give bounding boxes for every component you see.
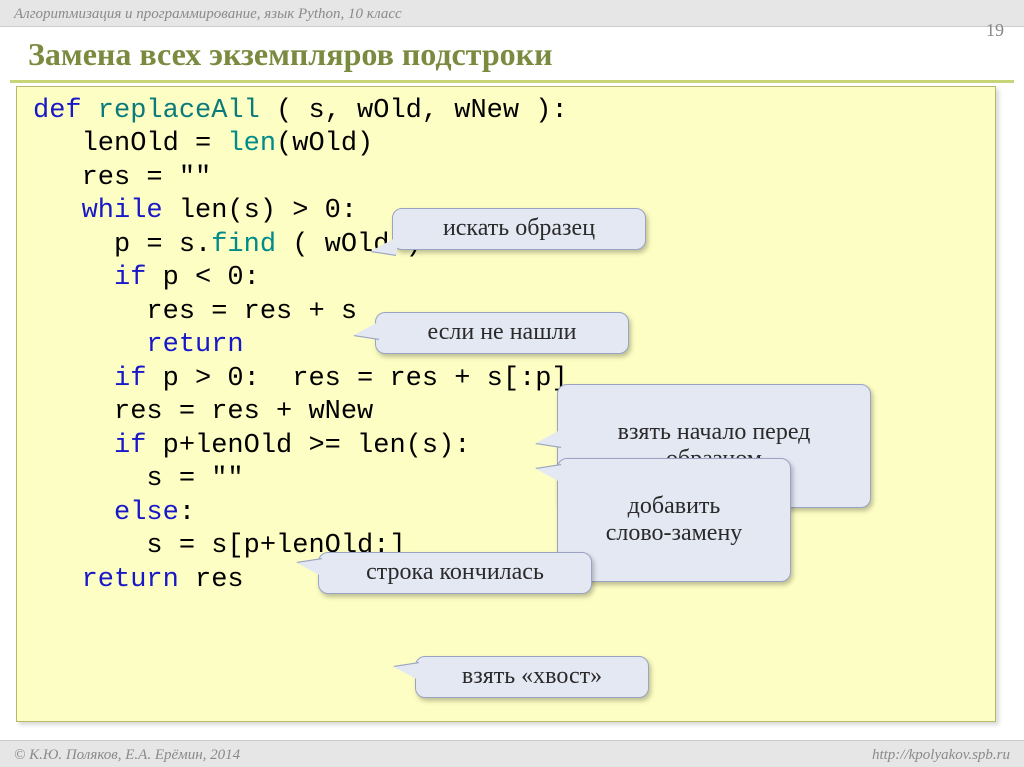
bi-len: len xyxy=(227,129,276,159)
callout-string-ended: строка кончилась xyxy=(318,552,592,594)
callout-tail-icon xyxy=(297,559,323,577)
top-bar: Алгоритмизация и программирование, язык … xyxy=(0,0,1024,27)
title-underline xyxy=(10,80,1014,83)
callout-tail-icon xyxy=(371,237,397,255)
callout-tail-icon xyxy=(536,465,562,483)
callout-not-found: если не нашли xyxy=(375,312,629,354)
kw-while: while xyxy=(33,196,163,226)
slide-title: Замена всех экземпляров подстроки xyxy=(28,36,553,73)
callout-text: если не нашли xyxy=(427,319,576,345)
bottom-bar: © К.Ю. Поляков, Е.А. Ерёмин, 2014 http:/… xyxy=(0,740,1024,767)
kw-if: if xyxy=(33,431,146,461)
footer-url: http://kpolyakov.spb.ru xyxy=(872,747,1010,764)
code-line: res = res + wNew xyxy=(33,397,373,427)
code-line: res xyxy=(179,565,244,595)
kw-return: return xyxy=(33,565,179,595)
copyright: © К.Ю. Поляков, Е.А. Ерёмин, 2014 xyxy=(14,747,240,764)
callout-add-replacement: добавить слово-замену xyxy=(557,458,791,582)
callout-text: добавить слово-замену xyxy=(606,493,743,547)
code-line: : xyxy=(179,498,195,528)
kw-return: return xyxy=(33,330,244,360)
code-line: p > 0: res = res + s[:p] xyxy=(146,364,567,394)
code-line: s = "" xyxy=(33,464,244,494)
code-line: lenOld = xyxy=(33,129,227,159)
callout-tail-icon xyxy=(394,663,420,681)
kw-if: if xyxy=(33,364,146,394)
breadcrumb: Алгоритмизация и программирование, язык … xyxy=(14,6,402,23)
callout-take-tail: взять «хвост» xyxy=(415,656,649,698)
callout-tail-icon xyxy=(354,321,380,339)
callout-tail-icon xyxy=(536,429,562,447)
code-line: p+lenOld >= len(s): xyxy=(146,431,470,461)
callout-text: строка кончилась xyxy=(366,559,544,585)
fn-args: ( s, wOld, wNew ): xyxy=(276,96,568,126)
kw-else: else xyxy=(33,498,179,528)
bi-find: find xyxy=(211,230,276,260)
callout-text: взять «хвост» xyxy=(462,663,602,689)
kw-def: def xyxy=(33,96,82,126)
kw-if: if xyxy=(33,263,146,293)
code-line: res = res + s xyxy=(33,297,357,327)
code-line: res = "" xyxy=(33,163,211,193)
page-number: 19 xyxy=(986,20,1004,41)
code-line: len(s) > 0: xyxy=(163,196,357,226)
callout-text: искать образец xyxy=(443,215,595,241)
code-line: (wOld) xyxy=(276,129,373,159)
slide: Алгоритмизация и программирование, язык … xyxy=(0,0,1024,767)
code-line: p = s. xyxy=(33,230,211,260)
callout-search-sample: искать образец xyxy=(392,208,646,250)
fn-name: replaceAll xyxy=(82,96,276,126)
code-line: p < 0: xyxy=(146,263,259,293)
